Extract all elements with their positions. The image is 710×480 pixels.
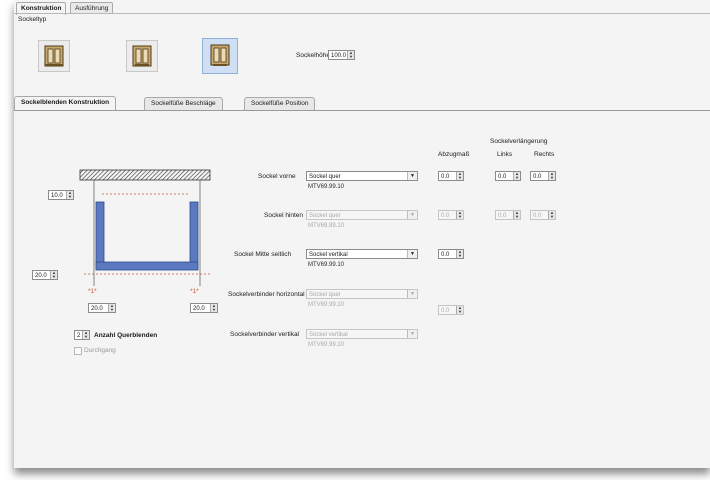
verbinder-vertikal-code: MTV69.99.10 [308,342,345,348]
sockel-mitte-select-value: Sockel vertikal [309,252,348,258]
sockel-vorne-code: MTV69.99.10 [308,184,345,190]
sockel-hinten-links-stepper[interactable]: 0.0 ▲ ▼ [495,210,521,220]
sockel-vorne-abzug-stepper[interactable]: 0.0 ▲ ▼ [438,171,464,181]
spin-arrows-icon[interactable]: ▲ ▼ [347,51,354,59]
durchgang-label: Durchgang [84,347,116,354]
sockel-hinten-code: MTV69.99.10 [308,223,345,229]
cabinet-icon-type-1 [44,45,64,67]
tab-sockelblenden-konstruktion[interactable]: Sockelblenden Konstruktion [14,96,117,110]
row-sockel-vorne-label: Sockel vorne [258,173,296,180]
sockel-diagram-svg [79,169,211,286]
rechts-value: 0.0 [533,213,542,219]
rechts-value: 0.0 [533,174,542,180]
anzahl-querblenden-stepper[interactable]: 2 ▲ ▼ [74,330,90,340]
abzug-value: 0.0 [441,213,450,219]
row-verbinder-horizontal-label: Sockelverbinder horizontal [228,291,305,298]
header-verlaengerung: Sockelverlängerung [490,138,548,145]
sockel-vorne-select-value: Sockel quer [309,174,341,180]
sockel-mitte-abzug-stepper[interactable]: 0.0 ▲ ▼ [438,249,464,259]
sockeltyp-panel: Sockeltyp Sockelhöhe 100.0 ▲ ▼ [14,13,710,94]
anzahl-querblenden-label: Anzahl Querblenden [94,332,158,339]
spin-arrows-icon[interactable]: ▲ ▼ [548,211,555,219]
verbinder-horizontal-select[interactable]: Sockel quer ▼ [306,289,418,299]
spin-arrows-icon[interactable]: ▲ ▼ [210,304,217,312]
bottom-offset-value: 20.0 [35,273,47,279]
sockel-hinten-select[interactable]: Sockel quer ▼ [306,210,418,220]
abzug-value: 0.0 [441,174,450,180]
spin-arrows-icon[interactable]: ▲ ▼ [50,271,57,279]
spin-arrows-icon[interactable]: ▲ ▼ [513,211,520,219]
abzug-value: 0.0 [441,308,450,314]
spin-arrows-icon[interactable]: ▲ ▼ [82,331,89,339]
verbinder-horizontal-select-value: Sockel quer [309,292,341,298]
construction-window: Konstruktion Ausführung Sockeltyp Sockel… [14,0,710,468]
spin-arrows-icon[interactable]: ▲ ▼ [108,304,115,312]
top-offset-value: 10.0 [51,193,63,199]
verbinder-horizontal-code: MTV69.99.10 [308,302,345,308]
verbinder-vertikal-select[interactable]: Sockel vertikal ▼ [306,329,418,339]
right-foot-stepper[interactable]: 20.0 ▲ ▼ [190,303,218,313]
tab-sockelfuesse-beschlaege[interactable]: Sockelfüße Beschläge [144,97,223,110]
row-verbinder-vertikal-label: Sockelverbinder vertikal [230,331,300,338]
chevron-down-icon[interactable]: ▼ [407,172,417,180]
abzug-value: 0.0 [441,252,450,258]
top-offset-stepper[interactable]: 10.0 ▲ ▼ [48,190,74,200]
sockelhoehe-value: 100.0 [331,53,347,59]
left-foot-value: 20.0 [91,306,103,312]
verbinder-horizontal-abzug-stepper[interactable]: 0.0 ▲ ▼ [438,305,464,315]
sockel-type-1-button[interactable] [38,40,70,72]
links-value: 0.0 [498,174,507,180]
chevron-down-icon[interactable]: ▼ [407,250,417,258]
right-foot-value: 20.0 [193,306,205,312]
row-sockel-mitte-label: Sockel Mitte seitlich [234,251,292,258]
spin-arrows-icon[interactable]: ▲ ▼ [456,250,463,258]
verbinder-vertikal-select-value: Sockel vertikal [309,332,348,338]
sockel-diagram [74,166,214,306]
sockel-mitte-select[interactable]: Sockel vertikal ▼ [306,249,418,259]
header-links: Links [497,151,513,158]
spin-arrows-icon[interactable]: ▲ ▼ [456,211,463,219]
sockel-vorne-links-stepper[interactable]: 0.0 ▲ ▼ [495,171,521,181]
spin-arrows-icon[interactable]: ▲ ▼ [513,172,520,180]
sockel-hinten-rechts-stepper[interactable]: 0.0 ▲ ▼ [530,210,556,220]
sockel-type-3-button[interactable] [202,38,238,74]
header-abzugsmass: Abzugmaß [438,151,470,158]
sockel-type-2-button[interactable] [126,40,158,72]
sockel-hinten-select-value: Sockel quer [309,213,341,219]
sockelhoehe-stepper[interactable]: 100.0 ▲ ▼ [328,50,355,60]
spin-arrows-icon[interactable]: ▲ ▼ [456,172,463,180]
sockel-vorne-select[interactable]: Sockel quer ▼ [306,171,418,181]
section-tabbar: Sockelblenden Konstruktion Sockelfüße Be… [14,96,710,111]
sockelhoehe-label: Sockelhöhe [296,52,330,59]
chevron-down-icon[interactable]: ▼ [407,290,417,298]
bottom-offset-stepper[interactable]: 20.0 ▲ ▼ [32,270,58,280]
header-rechts: Rechts [534,151,555,158]
chevron-down-icon[interactable]: ▼ [407,330,417,338]
durchgang-checkbox[interactable] [74,347,82,355]
cabinet-icon-type-2 [132,45,152,67]
anzahl-value: 2 [77,333,81,339]
sockel-mitte-code: MTV69.99.10 [308,262,345,268]
spin-arrows-icon[interactable]: ▲ ▼ [66,191,73,199]
tab-sockelfuesse-position[interactable]: Sockelfüße Position [244,97,316,110]
cabinet-icon-type-3 [210,44,230,66]
sockeltyp-label: Sockeltyp [18,16,47,23]
spin-arrows-icon[interactable]: ▲ ▼ [548,172,555,180]
row-sockel-hinten-label: Sockel hinten [264,212,304,219]
sockel-vorne-rechts-stepper[interactable]: 0.0 ▲ ▼ [530,171,556,181]
left-foot-stepper[interactable]: 20.0 ▲ ▼ [88,303,116,313]
marker-right: *1* [190,288,199,295]
sockel-hinten-abzug-stepper[interactable]: 0.0 ▲ ▼ [438,210,464,220]
links-value: 0.0 [498,213,507,219]
spin-arrows-icon[interactable]: ▲ ▼ [456,306,463,314]
chevron-down-icon[interactable]: ▼ [407,211,417,219]
marker-left: *1* [88,288,97,295]
